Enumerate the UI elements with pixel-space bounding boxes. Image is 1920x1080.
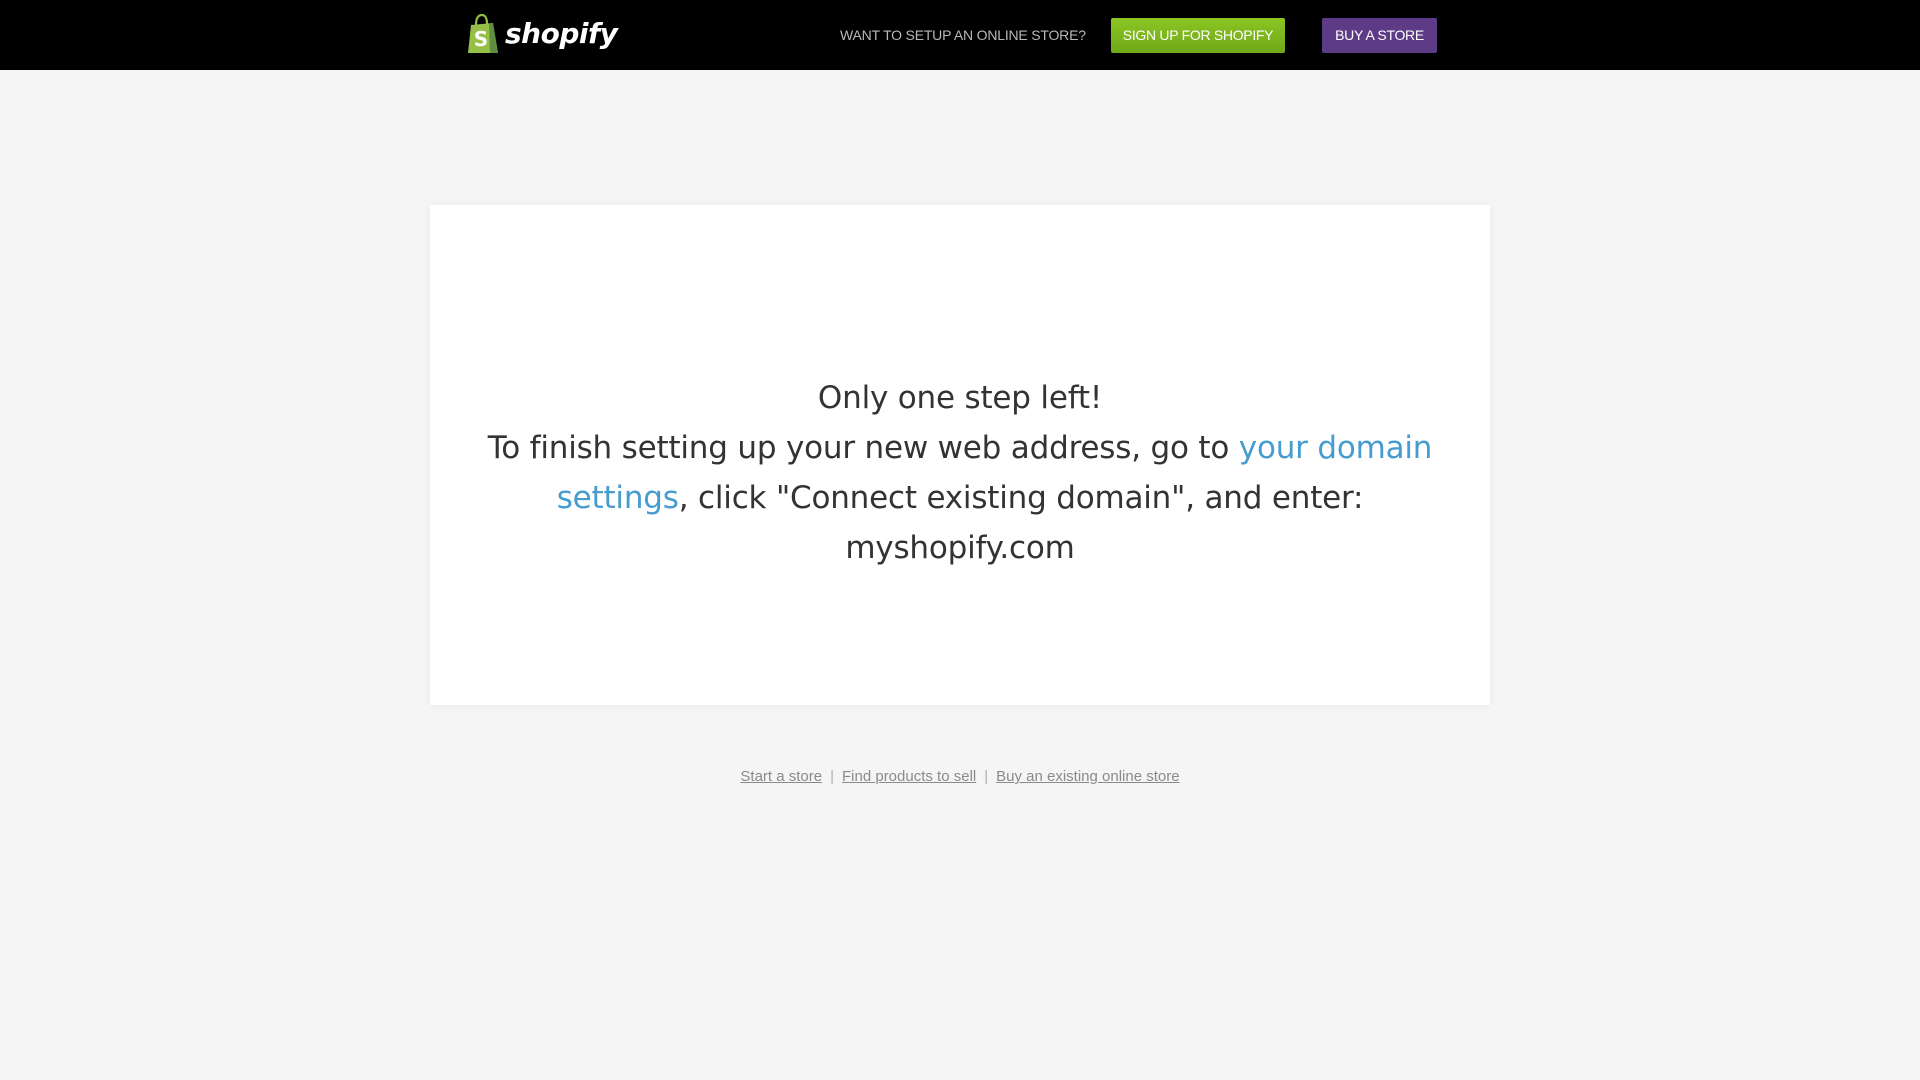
footer-separator: |	[830, 768, 834, 785]
buy-store-button[interactable]: BUY A STORE	[1322, 18, 1437, 53]
start-store-link[interactable]: Start a store	[740, 768, 822, 785]
find-products-link[interactable]: Find products to sell	[842, 768, 976, 785]
instruction-before-link: To finish setting up your new web addres…	[487, 430, 1239, 466]
sign-up-button[interactable]: SIGN UP FOR SHOPIFY	[1111, 18, 1285, 53]
message-card: Only one step left! To finish setting up…	[430, 205, 1490, 705]
buy-existing-store-link[interactable]: Buy an existing online store	[996, 768, 1179, 785]
instruction-after-link: , click "Connect existing domain", and e…	[678, 480, 1364, 566]
top-bar: S shopify WANT TO SETUP AN ONLINE STORE?…	[0, 0, 1920, 70]
footer-separator: |	[984, 768, 989, 785]
footer-links: Start a store | Find products to sell | Buy …	[0, 765, 1920, 789]
setup-message: Only one step left! To finish setting up…	[430, 373, 1490, 573]
headline: Only one step left!	[817, 380, 1103, 416]
instruction-text: To finish setting up your new web addres…	[460, 423, 1460, 573]
svg-text:S: S	[474, 27, 488, 51]
promo-text: WANT TO SETUP AN ONLINE STORE?	[840, 27, 1086, 43]
shopify-logo[interactable]: S shopify	[466, 14, 618, 54]
shopping-bag-icon: S	[468, 14, 498, 53]
logo-wordmark: shopify	[505, 17, 618, 50]
